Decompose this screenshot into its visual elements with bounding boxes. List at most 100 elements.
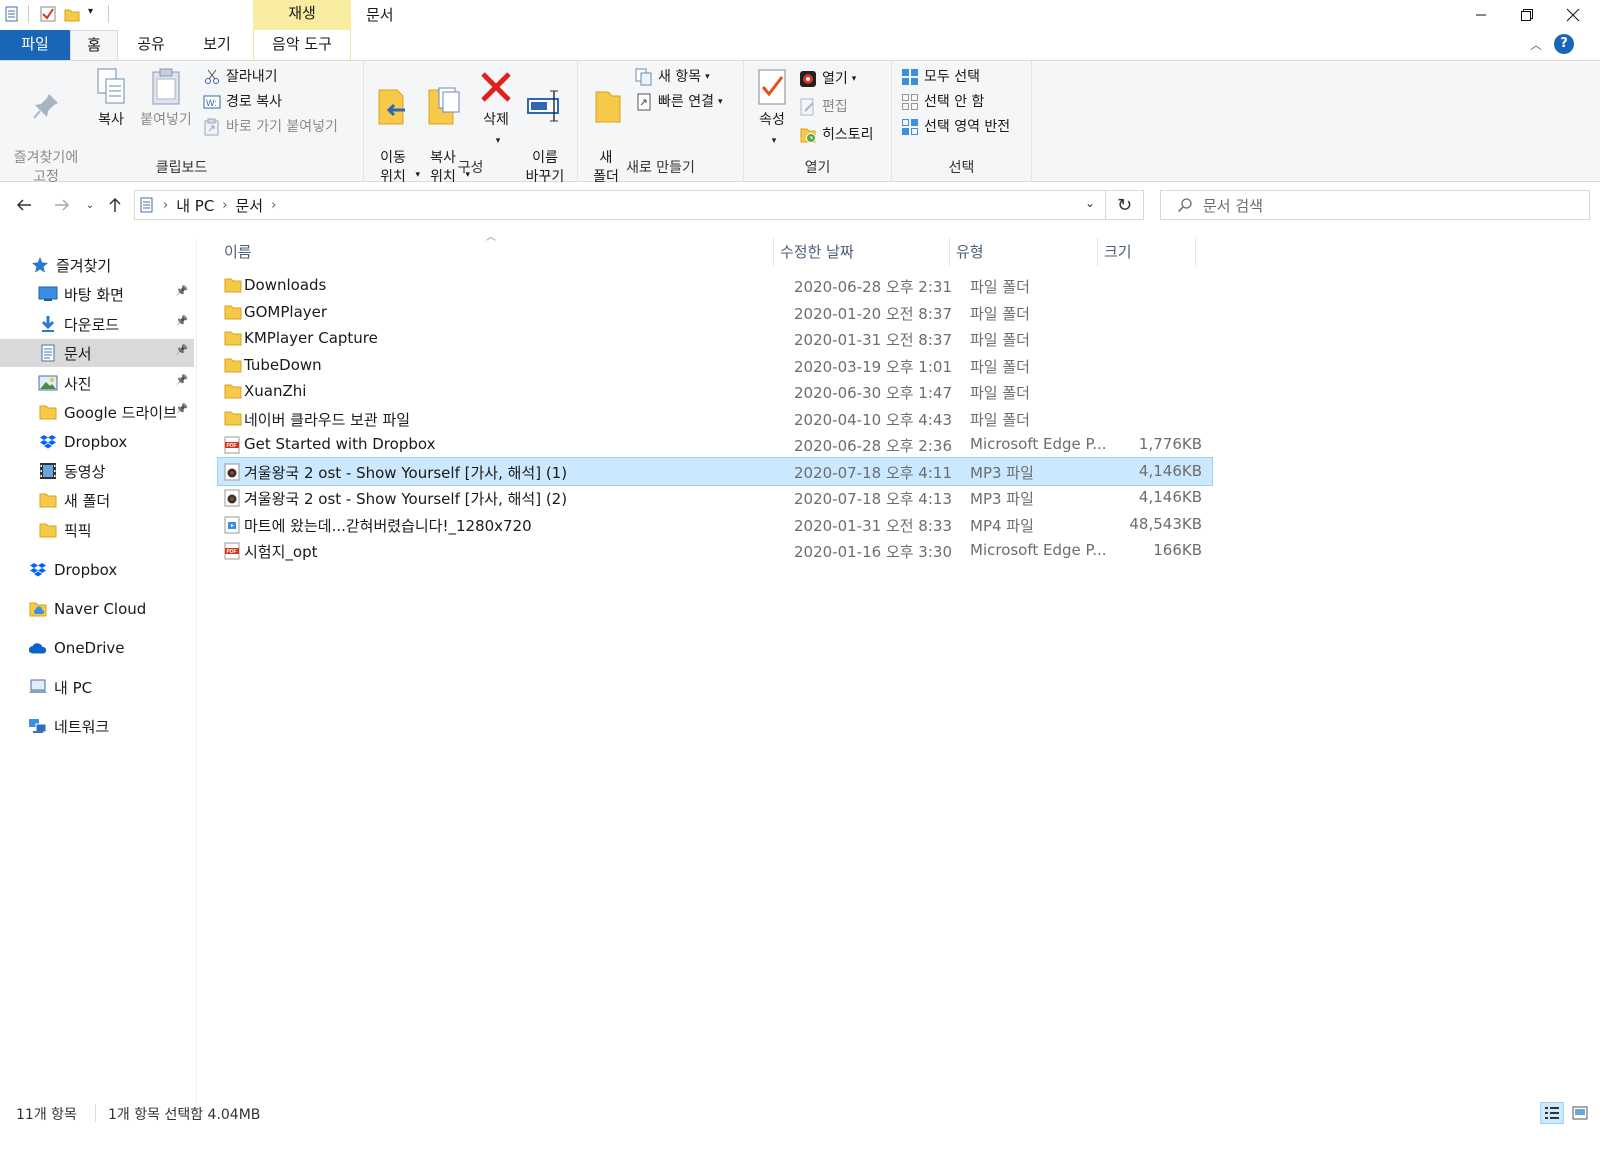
sidebar-item-13[interactable]: 내 PC [0,673,194,701]
history-button[interactable]: 히스토리 [798,123,874,147]
search-box[interactable]: 문서 검색 [1160,190,1590,220]
column-header-date[interactable]: 수정한 날짜 [774,238,950,266]
paste-shortcut-button[interactable]: 바로 가기 붙여넣기 [202,115,338,139]
address-bar[interactable]: › 내 PC › 문서 › ⌄ [134,190,1106,220]
sidebar-item-8[interactable]: 새 폴더 [0,486,194,514]
pane-divider[interactable] [196,238,197,1118]
minimize-ribbon-icon[interactable]: ︿ [1530,36,1542,53]
sidebar-item-14[interactable]: 네트워크 [0,712,194,740]
column-header-name[interactable]: 이름 [218,238,774,266]
restore-button[interactable] [1504,0,1550,30]
new-folder-icon[interactable] [64,6,80,22]
customize-quick-access-icon[interactable]: ▾ [88,6,93,17]
file-row[interactable]: PDF Get Started with Dropbox 2020-06-28 오후… [218,431,1212,458]
file-row[interactable]: KMPlayer Capture 2020-01-31 오전 8:37 파일 폴더 [218,325,1212,352]
document-icon[interactable] [4,6,20,22]
folder-icon [38,520,58,540]
tab-home[interactable]: 홈 [70,30,118,61]
tab-music-tools[interactable]: 음악 도구 [253,30,351,60]
tab-view[interactable]: 보기 [192,30,242,60]
delete-button[interactable]: 삭제 ▾ [474,65,518,151]
sidebar-item-4[interactable]: 사진 📌 [0,369,194,397]
file-date: 2020-06-28 오후 2:31 [794,278,952,296]
invert-selection-button[interactable]: 선택 영역 반전 [900,115,1010,139]
properties-check-icon[interactable] [40,6,56,22]
properties-caret: ▾ [771,136,777,146]
select-none-button[interactable]: 선택 안 함 [900,90,984,114]
column-header-size[interactable]: 크기 [1098,238,1196,266]
cut-button[interactable]: 잘라내기 [202,65,278,89]
column-header-type[interactable]: 유형 [950,238,1098,266]
open-button[interactable]: 열기 ▾ [798,67,856,91]
sidebar-item-label: Dropbox [64,433,128,451]
copy-button[interactable]: 복사 [88,65,134,130]
copy-path-button[interactable]: W: 경로 복사 [202,90,282,114]
close-button[interactable] [1550,0,1596,30]
sidebar-item-12[interactable]: OneDrive [0,634,194,662]
forward-button[interactable] [50,194,74,216]
select-group-label: 선택 [948,160,975,176]
minimize-button[interactable] [1458,0,1504,30]
arrow-up-icon [109,197,121,212]
breadcrumb-documents[interactable]: 문서 [236,195,264,216]
file-type: MP3 파일 [970,490,1034,508]
select-all-button[interactable]: 모두 선택 [900,65,980,89]
tab-file[interactable]: 파일 [0,30,70,60]
file-size: 4,146KB [1138,461,1202,480]
clipboard-group-label: 클립보드 [155,160,208,176]
sidebar-item-label: Google 드라이브 [64,403,177,422]
file-row[interactable]: TubeDown 2020-03-19 오후 1:01 파일 폴더 [218,352,1212,379]
up-button[interactable] [104,194,126,216]
file-row[interactable]: 겨울왕국 2 ost - Show Yourself [가사, 해석] (1) 2… [217,456,1213,486]
delete-label: 삭제 [483,112,509,128]
sidebar-item-9[interactable]: 픽픽 [0,516,194,544]
sidebar-item-label: 내 PC [54,678,93,697]
sidebar-item-3[interactable]: 문서 📌 [0,339,194,367]
onedrive-icon [28,638,48,658]
file-name: GOMPlayer [244,302,328,321]
file-row[interactable]: PDF 시험지_opt 2020-01-16 오후 3:30 Microsoft Ed… [218,537,1212,564]
sidebar-item-1[interactable]: 바탕 화면 📌 [0,280,194,308]
file-type: 파일 폴더 [970,331,1030,349]
file-size: 4,146KB [1138,488,1202,506]
breadcrumb-separator-icon[interactable]: › [163,198,168,213]
help-icon[interactable]: ? [1554,34,1574,54]
properties-button[interactable]: 속성 ▾ [752,65,792,151]
back-button[interactable] [12,194,36,216]
refresh-button[interactable]: ↻ [1106,190,1144,220]
sidebar-item-2[interactable]: 다운로드 📌 [0,310,194,338]
file-row[interactable]: GOMPlayer 2020-01-20 오전 8:37 파일 폴더 [218,299,1212,326]
star-icon [30,255,50,275]
sidebar-item-10[interactable]: Dropbox [0,556,194,584]
sidebar-item-0[interactable]: 즐겨찾기 [0,251,194,279]
copy-path-label: 경로 복사 [226,94,282,110]
edit-button[interactable]: 편집 [798,95,848,119]
file-row[interactable]: XuanZhi 2020-06-30 오후 1:47 파일 폴더 [218,378,1212,405]
video-file-icon [224,516,240,533]
new-item-icon [635,68,652,86]
sidebar-item-7[interactable]: 동영상 [0,457,194,485]
recent-locations-button[interactable]: ⌄ [82,194,98,216]
clipboard-group: 즐겨찾기에 고정 복사 붙여넣기 잘라내기 W: 경로 복사 바로 가기 붙여넣… [0,61,364,185]
file-row[interactable]: 마트에 왔는데...갇혀버렸습니다!_1280x720 2020-01-31 오전… [218,511,1212,538]
chevron-down-icon: ⌄ [85,199,95,211]
file-row[interactable]: 겨울왕국 2 ost - Show Yourself [가사, 해석] (2) 2… [218,484,1212,511]
breadcrumb-separator-icon[interactable]: › [271,198,276,213]
file-date: 2020-04-10 오후 4:43 [794,410,952,429]
paste-button[interactable]: 붙여넣기 [136,65,196,130]
easy-access-button[interactable]: 빠른 연결 ▾ [634,90,723,114]
file-size: 48,543KB [1129,514,1202,533]
sidebar-item-6[interactable]: Dropbox [0,428,194,456]
breadcrumb-separator-icon[interactable]: › [222,198,227,213]
file-row[interactable]: 네이버 클라우드 보관 파일 2020-04-10 오후 4:43 파일 폴더 [218,405,1212,432]
new-item-button[interactable]: 새 항목 ▾ [634,65,710,89]
audio-icon [224,463,240,480]
breadcrumb-my-pc[interactable]: 내 PC [176,195,214,216]
address-history-dropdown-icon[interactable]: ⌄ [1085,196,1095,210]
tab-share[interactable]: 공유 [128,30,174,60]
sidebar-item-5[interactable]: Google 드라이브 📌 [0,398,194,426]
details-view-button[interactable] [1540,1102,1564,1124]
file-row[interactable]: Downloads 2020-06-28 오후 2:31 파일 폴더 [218,272,1212,299]
sidebar-item-11[interactable]: Naver Cloud [0,595,194,623]
large-icons-view-button[interactable] [1568,1102,1592,1124]
